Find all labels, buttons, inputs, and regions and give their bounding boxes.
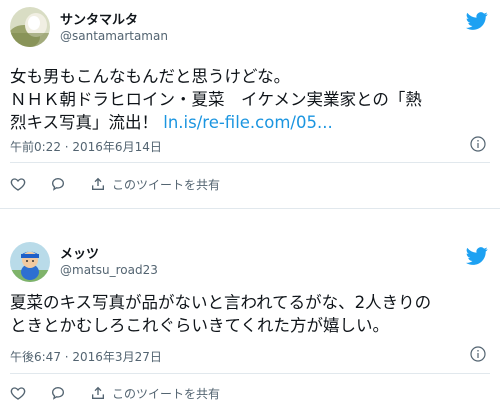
divider: [10, 373, 490, 374]
tweet-actions: このツイートを共有: [10, 384, 244, 402]
like-button[interactable]: [10, 385, 26, 401]
divider: [10, 162, 490, 163]
tweet-text-line: ときとかむしろこれぐらいきてくれた方が嬉しい。: [10, 316, 390, 335]
tweet-text-line: ＮＨＫ朝ドラヒロイン・夏菜 イケメン実業家との「熱: [10, 90, 422, 109]
heart-icon: [10, 178, 26, 191]
avatar[interactable]: [10, 242, 50, 282]
share-button[interactable]: このツイートを共有: [90, 385, 220, 402]
avatar[interactable]: [10, 7, 50, 47]
tweet-text: 女も男もこんなもんだと思うけどな。 ＮＨＫ朝ドラヒロイン・夏菜 イケメン実業家と…: [10, 65, 494, 134]
tweet-card: サンタマルタ @santamartaman 女も男もこんなもんだと思うけどな。 …: [0, 0, 500, 199]
reply-button[interactable]: [50, 176, 66, 192]
comment-icon: [51, 386, 65, 400]
share-label: このツイートを共有: [112, 177, 221, 192]
share-label: このツイートを共有: [112, 386, 221, 401]
timestamp[interactable]: 午前0:22 · 2016年6月14日: [10, 138, 162, 155]
like-button[interactable]: [10, 176, 26, 192]
comment-icon: [51, 177, 65, 191]
tweet-text: 夏菜のキス写真が品がないと言われてるがな、2人きりの ときとかむしろこれぐらいき…: [10, 291, 494, 337]
twitter-bird-icon[interactable]: [466, 245, 488, 267]
tweet-text-line: 烈キス写真」流出！ ln.is/re-file.com/05...: [10, 111, 494, 134]
user-handle[interactable]: @matsu_road23: [60, 263, 158, 277]
user-handle[interactable]: @santamartaman: [60, 29, 168, 43]
twitter-bird-icon[interactable]: [466, 10, 488, 32]
heart-icon: [10, 387, 26, 400]
display-name[interactable]: サンタマルタ: [60, 9, 138, 28]
tweet-actions: このツイートを共有: [10, 175, 244, 193]
tweet-link[interactable]: ln.is/re-file.com/05...: [163, 113, 332, 132]
tweet-text-segment: 烈キス写真」流出！: [10, 113, 164, 132]
tweet-text-line: 女も男もこんなもんだと思うけどな。: [10, 67, 291, 86]
timestamp[interactable]: 午後6:47 · 2016年3月27日: [10, 348, 162, 365]
info-icon[interactable]: [470, 136, 486, 152]
reply-button[interactable]: [50, 385, 66, 401]
share-icon: [92, 386, 104, 399]
info-icon[interactable]: [470, 346, 486, 362]
share-icon: [92, 177, 104, 190]
display-name[interactable]: メッツ: [60, 243, 99, 262]
tweet-text-line: 夏菜のキス写真が品がないと言われてるがな、2人きりの: [10, 293, 432, 312]
tweet-card: メッツ @matsu_road23 夏菜のキス写真が品がないと言われてるがな、2…: [0, 208, 500, 407]
share-button[interactable]: このツイートを共有: [90, 176, 220, 193]
tweet-gap: [0, 198, 500, 208]
